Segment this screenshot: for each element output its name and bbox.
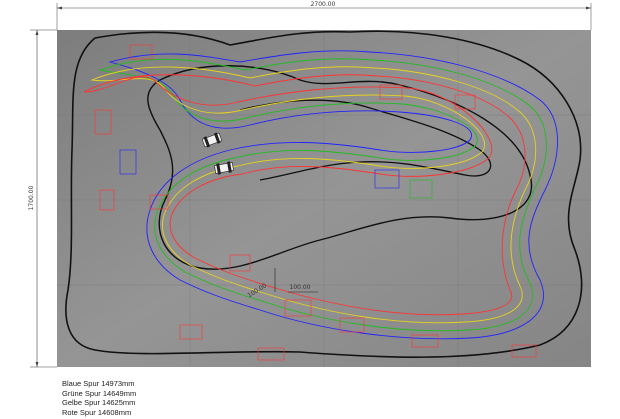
- lane-length-legend: Blaue Spur 14973mm Grüne Spur 14649mm Ge…: [62, 379, 136, 417]
- legend-item: Gelbe Spur 14625mm: [62, 398, 136, 407]
- width-dimension: 2700.00: [56, 1, 592, 30]
- width-dimension-label: 2700.00: [311, 1, 336, 8]
- legend-item: Blaue Spur 14973mm: [62, 379, 135, 388]
- height-dimension-label: 1700.00: [28, 185, 35, 210]
- height-dimension: 1700.00: [28, 29, 57, 368]
- legend-item: Rote Spur 14608mm: [62, 407, 132, 417]
- legend-item: Grüne Spur 14649mm: [62, 388, 137, 398]
- offset-label-a: 100.00: [290, 284, 311, 291]
- track-layout-drawing: 2700.00 1700.00 100.00 100.00: [28, 1, 592, 368]
